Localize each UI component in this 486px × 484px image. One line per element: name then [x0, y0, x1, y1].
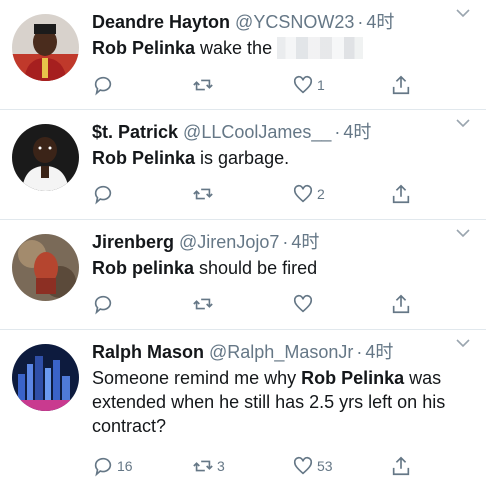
- retweet-count: 3: [217, 458, 225, 474]
- tweet-actions: 16 3 53: [92, 453, 422, 479]
- retweet-button[interactable]: [192, 181, 217, 207]
- share-icon: [392, 456, 410, 476]
- tweet-header: Ralph Mason @Ralph_MasonJr · 4时: [92, 340, 478, 364]
- like-count: 1: [317, 77, 325, 93]
- retweet-icon: [193, 79, 213, 91]
- retweet-icon: [193, 188, 213, 200]
- retweet-icon: [193, 298, 213, 310]
- retweet-button[interactable]: [192, 291, 217, 317]
- avatar[interactable]: [12, 14, 79, 81]
- mention[interactable]: Rob Pelinka: [92, 148, 195, 168]
- reply-count: 16: [117, 458, 133, 474]
- retweet-button[interactable]: 3: [192, 453, 225, 479]
- share-button[interactable]: [390, 453, 412, 479]
- heart-icon: [293, 184, 313, 203]
- share-icon: [392, 184, 410, 204]
- share-button[interactable]: [390, 181, 412, 207]
- timestamp[interactable]: 4时: [291, 230, 319, 254]
- tweet-item[interactable]: Jirenberg @JirenJojo7 · 4时 Rob pelinka s…: [0, 220, 486, 330]
- redacted-text: [277, 37, 364, 59]
- share-icon: [392, 75, 410, 95]
- reply-button[interactable]: [92, 181, 117, 207]
- tweet-feed: Deandre Hayton @YCSNOW23 · 4时 Rob Pelink…: [0, 0, 486, 484]
- reply-button[interactable]: 16: [92, 453, 133, 479]
- avatar[interactable]: [12, 344, 79, 411]
- like-button[interactable]: 2: [292, 181, 325, 207]
- mention[interactable]: Rob Pelinka: [92, 38, 195, 58]
- share-button[interactable]: [390, 72, 412, 98]
- heart-icon: [293, 294, 313, 313]
- author-handle[interactable]: @Ralph_MasonJr: [209, 340, 353, 364]
- like-button[interactable]: [292, 291, 317, 317]
- chevron-down-icon[interactable]: [454, 224, 472, 242]
- like-count: 2: [317, 186, 325, 202]
- tweet-text: Rob Pelinka is garbage.: [92, 148, 290, 168]
- separator: ·: [334, 122, 341, 142]
- tweet-header: Deandre Hayton @YCSNOW23 · 4时: [92, 10, 478, 34]
- tweet-item[interactable]: $t. Patrick @LLCoolJames__ · 4时 Rob Peli…: [0, 110, 486, 220]
- like-button[interactable]: 53: [292, 453, 333, 479]
- timestamp[interactable]: 4时: [366, 10, 394, 34]
- separator: ·: [357, 12, 364, 32]
- heart-icon: [293, 456, 313, 475]
- chevron-down-icon[interactable]: [454, 334, 472, 352]
- tweet-item[interactable]: Deandre Hayton @YCSNOW23 · 4时 Rob Pelink…: [0, 0, 486, 110]
- author-name[interactable]: Deandre Hayton: [92, 10, 230, 34]
- retweet-button[interactable]: [192, 72, 217, 98]
- tweet-text: Rob Pelinka wake the: [92, 36, 462, 60]
- author-name[interactable]: Ralph Mason: [92, 340, 204, 364]
- reply-icon: [94, 76, 112, 96]
- retweet-icon: [193, 460, 213, 472]
- tweet-item[interactable]: Ralph Mason @Ralph_MasonJr · 4时 Someone …: [0, 330, 486, 484]
- chevron-down-icon[interactable]: [454, 114, 472, 132]
- share-icon: [392, 294, 410, 314]
- author-name[interactable]: Jirenberg: [92, 230, 174, 254]
- timestamp[interactable]: 4时: [365, 340, 393, 364]
- mention[interactable]: Rob pelinka: [92, 258, 194, 278]
- like-button[interactable]: 1: [292, 72, 325, 98]
- separator: ·: [356, 342, 363, 362]
- mention[interactable]: Rob Pelinka: [301, 368, 404, 388]
- avatar[interactable]: [12, 234, 79, 301]
- tweet-text: Rob pelinka should be fired: [92, 258, 318, 278]
- author-handle[interactable]: @LLCoolJames__: [183, 120, 331, 144]
- separator: ·: [282, 232, 289, 252]
- avatar[interactable]: [12, 124, 79, 191]
- tweet-text: Someone remind me why Rob Pelinka was ex…: [92, 368, 446, 436]
- share-button[interactable]: [390, 291, 412, 317]
- like-count: 53: [317, 458, 333, 474]
- author-name[interactable]: $t. Patrick: [92, 120, 178, 144]
- tweet-header: Jirenberg @JirenJojo7 · 4时: [92, 230, 478, 254]
- tweet-actions: 1: [92, 72, 422, 98]
- heart-icon: [293, 75, 313, 94]
- reply-icon: [94, 457, 112, 477]
- reply-icon: [94, 185, 112, 205]
- author-handle[interactable]: @JirenJojo7: [179, 230, 279, 254]
- reply-icon: [94, 295, 112, 315]
- tweet-actions: 2: [92, 181, 422, 207]
- tweet-actions: [92, 291, 422, 317]
- tweet-header: $t. Patrick @LLCoolJames__ · 4时: [92, 120, 478, 144]
- author-handle[interactable]: @YCSNOW23: [235, 10, 354, 34]
- timestamp[interactable]: 4时: [343, 120, 371, 144]
- reply-button[interactable]: [92, 291, 117, 317]
- chevron-down-icon[interactable]: [454, 4, 472, 22]
- reply-button[interactable]: [92, 72, 117, 98]
